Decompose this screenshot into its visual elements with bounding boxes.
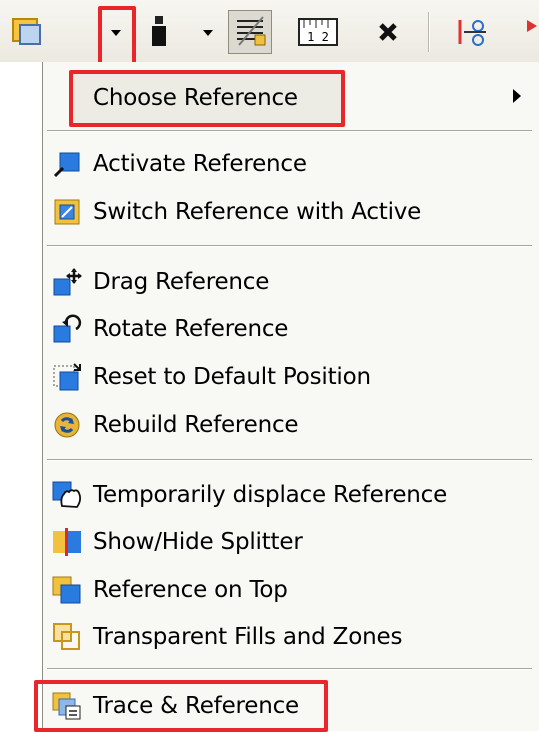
menu-item-label: Reset to Default Position [93, 364, 371, 390]
menu-separator [47, 459, 532, 461]
menu-item-label: Rebuild Reference [93, 412, 299, 438]
ruler-icon [303, 20, 329, 28]
trace-reference-icon[interactable] [10, 16, 46, 48]
hatch-icon [237, 16, 266, 46]
menu-item-label: Drag Reference [93, 269, 270, 295]
menu-item-choose-reference[interactable]: Choose Reference [42, 74, 539, 122]
menu-separator [47, 245, 532, 247]
switch-reference-icon [54, 199, 80, 225]
ruler-text: 1 2 [307, 30, 329, 44]
flag-icon[interactable] [525, 16, 539, 46]
menu-item-temporarily-displace[interactable]: Temporarily displace Reference [42, 471, 539, 519]
trace-reference-icon [52, 692, 81, 720]
menu-item-show-hide-splitter[interactable]: Show/Hide Splitter [42, 518, 539, 566]
dropdown-highlight [98, 6, 136, 68]
transparent-fills-icon [53, 623, 80, 650]
pin-icon[interactable] [148, 14, 172, 48]
menu-item-label: Choose Reference [93, 85, 298, 111]
menu-separator [47, 668, 532, 670]
menu-item-rotate-reference[interactable]: Rotate Reference [42, 305, 539, 353]
submenu-arrow-icon [513, 89, 521, 103]
menu-item-reference-on-top[interactable]: Reference on Top [42, 566, 539, 614]
menu-item-label: Transparent Fills and Zones [93, 624, 403, 650]
menu-item-label: Activate Reference [93, 151, 307, 177]
activate-reference-icon [53, 152, 80, 178]
menu-item-activate-reference[interactable]: Activate Reference [42, 140, 539, 188]
menu-item-label: Reference on Top [93, 577, 288, 603]
close-icon[interactable] [374, 18, 402, 46]
reset-position-icon [53, 363, 81, 391]
menu-item-label: Switch Reference with Active [93, 199, 422, 225]
rebuild-refresh-icon [54, 412, 80, 438]
dropdown-arrow-button-2[interactable] [200, 22, 216, 42]
rotate-icon [53, 314, 82, 343]
scissors-icon[interactable] [456, 16, 492, 48]
toolbar: 1 2 [0, 0, 539, 62]
drag-move-icon [53, 268, 82, 296]
menu-item-switch-reference[interactable]: Switch Reference with Active [42, 188, 539, 236]
menu-item-label: Temporarily displace Reference [93, 482, 448, 508]
left-margin [0, 62, 42, 731]
hatch-tool-button[interactable] [228, 10, 272, 54]
menu-separator [47, 130, 532, 132]
menu-item-rebuild-reference[interactable]: Rebuild Reference [42, 401, 539, 449]
splitter-icon [53, 528, 81, 556]
toolbar-separator [428, 12, 430, 52]
ruler-button[interactable]: 1 2 [298, 18, 338, 46]
menu-item-label: Show/Hide Splitter [93, 529, 303, 555]
hand-grab-icon [52, 481, 82, 508]
menu-item-reset-position[interactable]: Reset to Default Position [42, 353, 539, 401]
menu-item-label: Rotate Reference [93, 316, 289, 342]
menu-item-transparent-fills[interactable]: Transparent Fills and Zones [42, 613, 539, 661]
menu-item-trace-reference[interactable]: Trace & Reference [42, 682, 539, 730]
menu-item-drag-reference[interactable]: Drag Reference [42, 258, 539, 306]
reference-on-top-icon [52, 576, 81, 604]
menu-item-label: Trace & Reference [93, 693, 299, 719]
chevron-down-icon [203, 30, 213, 36]
